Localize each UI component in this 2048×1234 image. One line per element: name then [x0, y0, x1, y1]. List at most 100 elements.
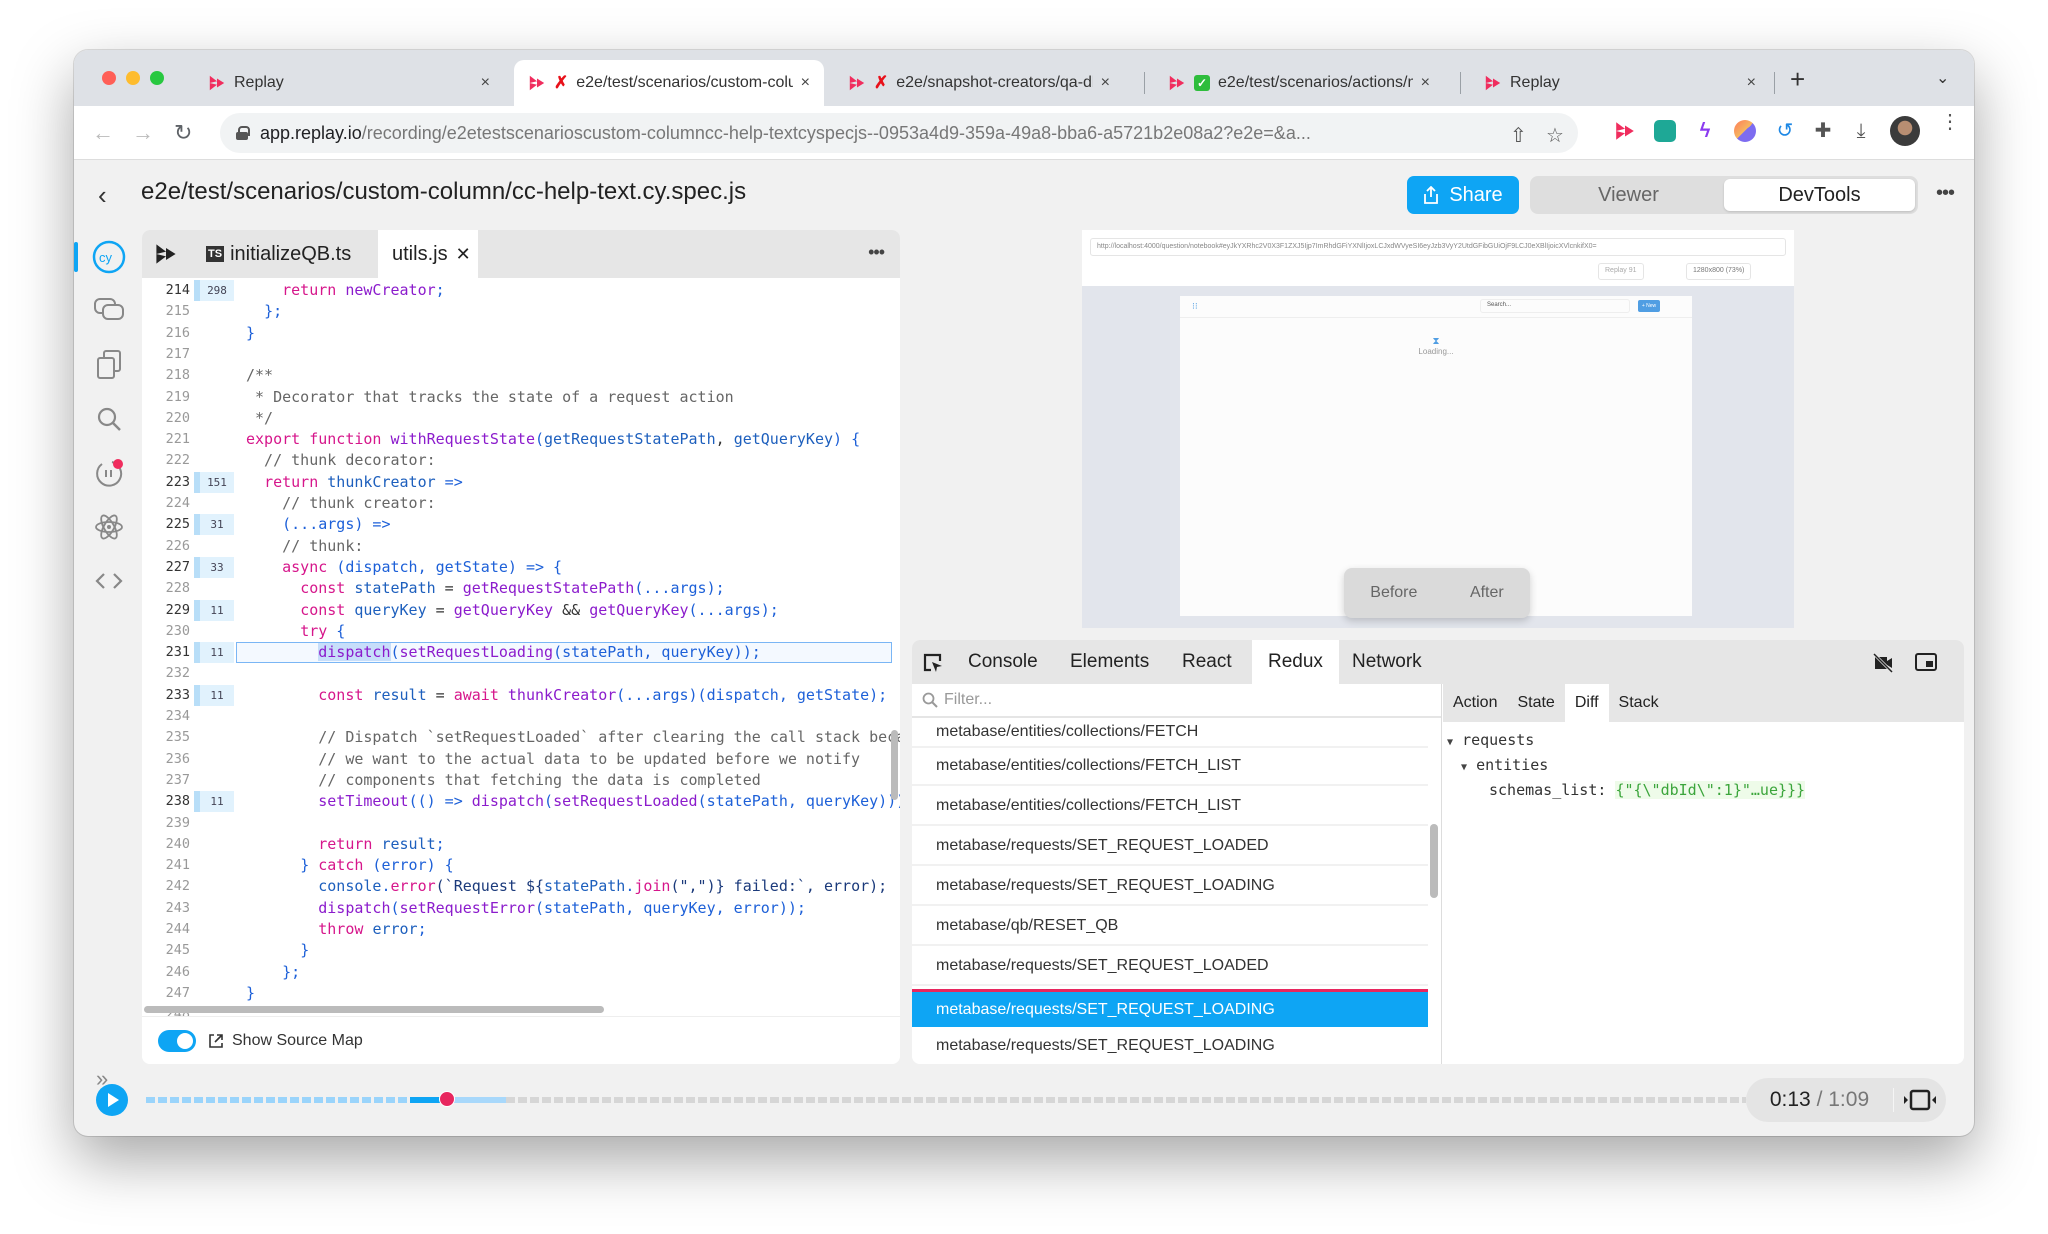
- code-line[interactable]: 243 dispatch(setRequestError(statePath, …: [142, 898, 900, 919]
- forward-arrow-icon[interactable]: →: [132, 120, 154, 146]
- hit-count[interactable]: [194, 408, 234, 429]
- line-number[interactable]: 224: [142, 493, 190, 514]
- line-number[interactable]: 233: [142, 685, 190, 706]
- code-line[interactable]: 229 11 const queryKey = getQueryKey && ge…: [142, 599, 900, 621]
- expand-triangle-icon[interactable]: ▼: [1461, 762, 1467, 773]
- tab-console[interactable]: Console: [952, 640, 1054, 684]
- code-line[interactable]: 231 11 dispatch(setRequestLoading(statePa…: [142, 642, 900, 664]
- replay-extension-icon[interactable]: [1614, 120, 1636, 142]
- comments-panel-button[interactable]: [90, 292, 128, 330]
- view-mode-toggle[interactable]: Viewer DevTools: [1530, 176, 1918, 214]
- code-line[interactable]: 230 try {: [142, 621, 900, 642]
- line-number[interactable]: 216: [142, 323, 190, 344]
- back-arrow-icon[interactable]: ←: [92, 120, 114, 146]
- code-line[interactable]: 239: [142, 813, 900, 834]
- line-number[interactable]: 225: [142, 514, 190, 535]
- code-line[interactable]: 224 // thunk creator:: [142, 493, 900, 514]
- code-line[interactable]: 235 // Dispatch `setRequestLoaded` after…: [142, 727, 900, 748]
- back-chevron-icon[interactable]: ‹: [98, 180, 107, 211]
- action-row[interactable]: metabase/requests/SET_REQUEST_LOADED: [912, 948, 1428, 986]
- code-line[interactable]: 222 // thunk decorator:: [142, 450, 900, 471]
- hit-count[interactable]: 298: [194, 280, 234, 301]
- code-line[interactable]: 240 return result;: [142, 834, 900, 855]
- hit-count[interactable]: [194, 962, 234, 983]
- action-row[interactable]: metabase/qb/RESET_QB: [912, 908, 1428, 946]
- hit-count[interactable]: [194, 429, 234, 450]
- line-number[interactable]: 227: [142, 557, 190, 578]
- react-panel-button[interactable]: [90, 508, 128, 546]
- hit-count[interactable]: 31: [194, 514, 234, 536]
- action-row[interactable]: metabase/entities/collections/FETCH_LIST: [912, 748, 1428, 786]
- share-page-icon[interactable]: ⇧: [1510, 123, 1527, 148]
- picture-in-picture-icon[interactable]: [1914, 652, 1938, 672]
- code-line[interactable]: 225 31 (...args) =>: [142, 514, 900, 536]
- code-line[interactable]: 245 }: [142, 940, 900, 961]
- line-number[interactable]: 242: [142, 876, 190, 897]
- line-number[interactable]: 226: [142, 536, 190, 557]
- bookmark-star-icon[interactable]: ☆: [1546, 123, 1564, 148]
- play-button[interactable]: [96, 1084, 128, 1116]
- hit-count[interactable]: [194, 770, 234, 791]
- code-line[interactable]: 227 33 async (dispatch, getState) => {: [142, 556, 900, 578]
- timeline-track[interactable]: [146, 1091, 1746, 1107]
- hit-count[interactable]: 151: [194, 471, 234, 493]
- code-line[interactable]: 219 * Decorator that tracks the state of…: [142, 387, 900, 408]
- extension-icon[interactable]: [1734, 120, 1756, 142]
- line-number[interactable]: 243: [142, 898, 190, 919]
- line-number[interactable]: 217: [142, 344, 190, 365]
- address-bar[interactable]: app.replay.io/recording/e2etestscenarios…: [220, 113, 1578, 153]
- hit-count[interactable]: [194, 344, 234, 365]
- line-number[interactable]: 230: [142, 621, 190, 642]
- tab-search-chevron-icon[interactable]: ⌄: [1936, 68, 1949, 88]
- code-line[interactable]: 234: [142, 706, 900, 727]
- browser-tab[interactable]: Replay ×: [1470, 60, 1770, 106]
- puzzle-extensions-icon[interactable]: ✚: [1812, 120, 1834, 142]
- tab-redux[interactable]: Redux: [1252, 640, 1339, 684]
- editor-more-icon[interactable]: •••: [868, 242, 885, 263]
- browser-tab[interactable]: Replay ×: [194, 60, 504, 106]
- code-line[interactable]: 233 11 const result = await thunkCreator(…: [142, 684, 900, 706]
- hit-count[interactable]: [194, 940, 234, 961]
- fullscreen-button[interactable]: [1894, 1089, 1946, 1111]
- download-extension-icon[interactable]: ↺: [1774, 120, 1796, 142]
- browser-tab[interactable]: ✗ e2e/snapshot-creators/qa-db.cy.snap.js…: [834, 60, 1124, 106]
- tab-elements[interactable]: Elements: [1054, 640, 1165, 684]
- hit-count[interactable]: [194, 813, 234, 834]
- code-line[interactable]: 215 };: [142, 301, 900, 322]
- hit-count[interactable]: [194, 536, 234, 557]
- tab-stack[interactable]: Stack: [1609, 684, 1669, 722]
- url-text[interactable]: app.replay.io/recording/e2etestscenarios…: [260, 123, 1430, 144]
- editor-tab[interactable]: TS initializeQB.ts: [192, 230, 374, 278]
- action-row[interactable]: metabase/entities/collections/FETCH: [912, 718, 1428, 748]
- hit-count[interactable]: [194, 450, 234, 471]
- hit-count[interactable]: [194, 301, 234, 322]
- hit-count[interactable]: 11: [194, 684, 234, 706]
- line-number[interactable]: 244: [142, 919, 190, 940]
- hit-count[interactable]: 11: [194, 599, 234, 621]
- tab-diff[interactable]: Diff: [1564, 684, 1609, 722]
- line-number[interactable]: 214: [142, 280, 190, 301]
- tree-node[interactable]: ▼ entities: [1443, 753, 1805, 778]
- hit-count[interactable]: [194, 365, 234, 386]
- line-number[interactable]: 239: [142, 813, 190, 834]
- reload-icon[interactable]: ↻: [174, 120, 192, 146]
- close-tab-icon[interactable]: ✕: [456, 244, 471, 265]
- action-row[interactable]: metabase/requests/SET_REQUEST_LOADING: [912, 868, 1428, 906]
- line-number[interactable]: 229: [142, 600, 190, 621]
- code-line[interactable]: 216}: [142, 323, 900, 344]
- code-line[interactable]: 232: [142, 663, 900, 684]
- code-line[interactable]: 220 */: [142, 408, 900, 429]
- share-button[interactable]: Share: [1407, 176, 1519, 214]
- action-row[interactable]: metabase/requests/SET_REQUEST_LOADING: [912, 1028, 1428, 1064]
- line-number[interactable]: 237: [142, 770, 190, 791]
- code-panel-button[interactable]: [90, 562, 128, 600]
- tab-network[interactable]: Network: [1336, 640, 1438, 684]
- line-number[interactable]: 245: [142, 940, 190, 961]
- code-line[interactable]: 223 151 return thunkCreator =>: [142, 471, 900, 493]
- close-window-button[interactable]: [102, 71, 116, 85]
- after-button[interactable]: After: [1470, 584, 1504, 602]
- hit-count[interactable]: 11: [194, 642, 234, 664]
- line-number[interactable]: 220: [142, 408, 190, 429]
- hit-count[interactable]: 11: [194, 791, 234, 813]
- close-tab-icon[interactable]: ×: [1747, 74, 1756, 92]
